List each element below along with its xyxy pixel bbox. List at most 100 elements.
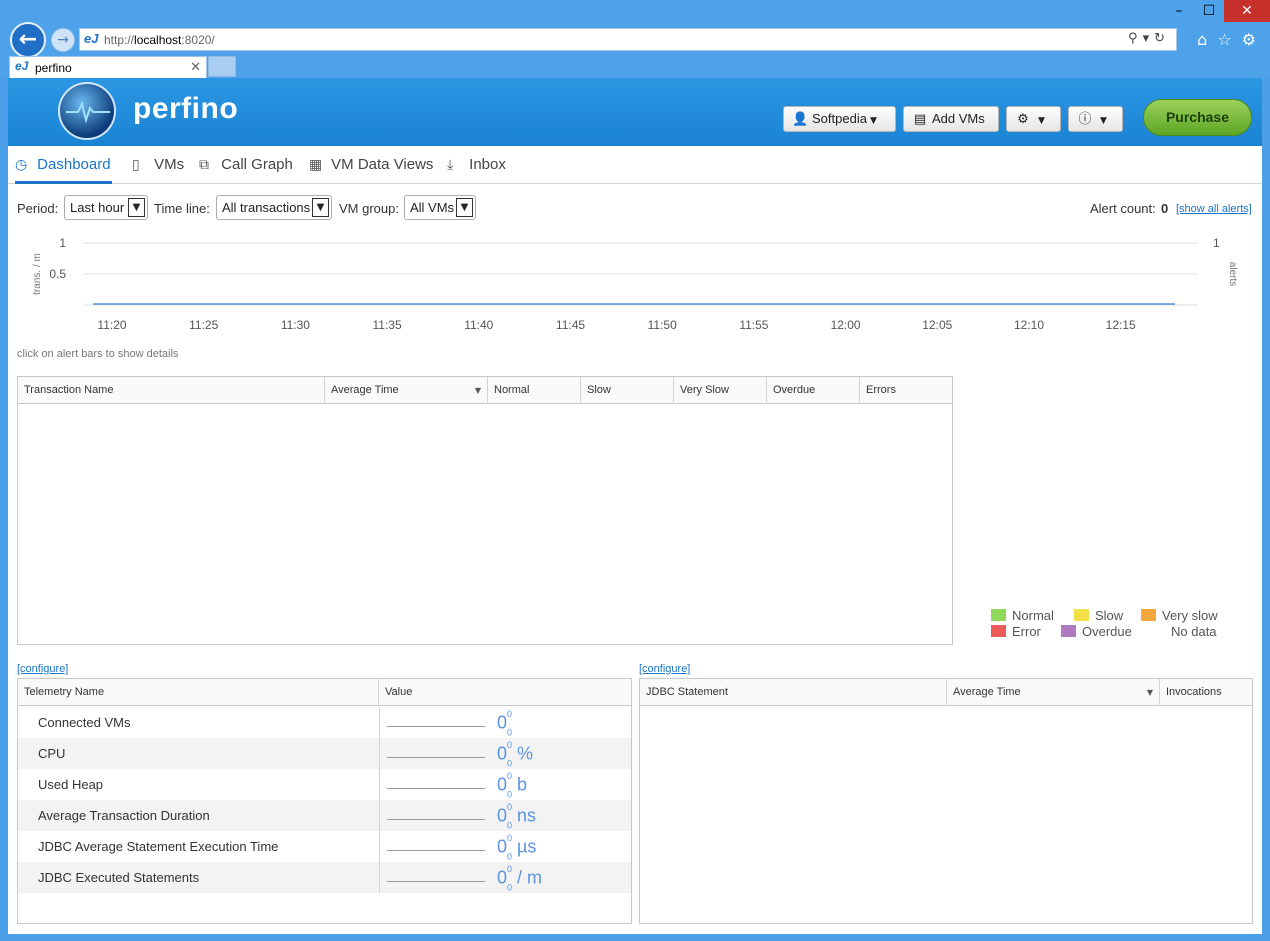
timeline-select[interactable]: All transactions ▼: [216, 195, 332, 220]
main-nav: ◷ Dashboard ▯ VMs ⧉ Call Graph ▦ VM Data…: [8, 146, 1262, 184]
legend-overdue: Overdue: [1061, 624, 1132, 639]
column-telemetry-name[interactable]: Telemetry Name: [18, 679, 379, 706]
forward-arrow-icon[interactable]: →: [51, 28, 75, 52]
search-icon[interactable]: ⚲: [1128, 31, 1143, 46]
chart-svg[interactable]: 0.5 1 1 trans. / m alerts 11:20 11:25 11:30 11:3…: [8, 228, 1262, 338]
legend-very-slow: Very slow: [1141, 608, 1218, 623]
configure-jdbc-link[interactable]: [configure]: [639, 663, 690, 675]
window-controls: – ☐ ✕: [1164, 0, 1270, 22]
configure-telemetry-link[interactable]: [configure]: [17, 663, 68, 675]
sort-desc-icon: ▼: [1146, 688, 1153, 697]
telemetry-row[interactable]: CPU 00 0 %: [18, 738, 631, 769]
period-label: Period:: [17, 201, 59, 216]
telemetry-value: 00 0 µs: [497, 833, 537, 862]
timeline-label: Time line:: [154, 201, 210, 216]
back-arrow-icon[interactable]: ←: [10, 22, 46, 58]
telemetry-row[interactable]: Connected VMs 00 0: [18, 707, 631, 738]
filter-bar: Period: Last hour ▼ Time line: All trans…: [8, 194, 1262, 224]
transactions-table[interactable]: Transaction Name Average Time ▼ Normal Sl…: [17, 376, 953, 645]
show-all-alerts-link[interactable]: [show all alerts]: [1176, 203, 1252, 215]
sparkline: [387, 819, 485, 820]
app-window: perfino 👤 Softpedia ▼ ▤ Add VMs ⚙ ▼ ⓘ ▼ Purch…: [8, 78, 1262, 934]
purchase-button[interactable]: Purchase: [1143, 99, 1252, 136]
dashboard-icon: ◷: [15, 157, 28, 173]
tab-inbox[interactable]: ⤓ Inbox: [447, 146, 506, 184]
x-tick-label: 11:45: [556, 318, 585, 332]
alert-count-value: 0: [1161, 201, 1169, 216]
x-tick-label: 12:15: [1106, 318, 1136, 332]
tab-vm-data-views[interactable]: ▦ VM Data Views: [309, 146, 433, 184]
x-tick-label: 12:00: [831, 318, 861, 332]
column-invocations[interactable]: Invocations: [1160, 679, 1252, 706]
chart-icon: ▦: [309, 157, 323, 173]
telemetry-value: 00 0 %: [497, 740, 534, 769]
y2-tick-label: 1: [1213, 236, 1220, 250]
telemetry-row[interactable]: JDBC Average Statement Execution Time 00…: [18, 831, 631, 862]
sparkline: [387, 726, 485, 727]
telemetry-row[interactable]: Average Transaction Duration 00 0 ns: [18, 800, 631, 831]
settings-menu-button[interactable]: ⚙ ▼: [1006, 106, 1061, 132]
telemetry-value: 00 0 / m: [497, 864, 543, 893]
logo-text: perfino: [133, 92, 239, 125]
add-document-icon: ▤: [913, 112, 927, 127]
browser-toolbar: ⌂ ☆ ⚙: [1197, 30, 1256, 49]
dropdown-icon[interactable]: ▾: [1143, 31, 1155, 46]
jdbc-table[interactable]: JDBC Statement Average Time ▼ Invocations: [639, 678, 1253, 924]
vmgroup-label: VM group:: [339, 201, 399, 216]
column-errors[interactable]: Errors: [860, 377, 952, 404]
telemetry-row[interactable]: JDBC Executed Statements 00 0 / m: [18, 862, 631, 893]
x-tick-label: 11:55: [739, 318, 768, 332]
x-tick-label: 11:20: [97, 318, 126, 332]
tab-call-graph[interactable]: ⧉ Call Graph: [199, 146, 293, 184]
jdbc-table-header: JDBC Statement Average Time ▼ Invocations: [640, 679, 1252, 706]
sparkline: [387, 757, 485, 758]
minimize-icon[interactable]: –: [1164, 0, 1194, 22]
column-overdue[interactable]: Overdue: [767, 377, 860, 404]
refresh-icon[interactable]: ↻: [1154, 31, 1170, 46]
gear-icon: ⚙: [1017, 112, 1029, 127]
telemetry-table[interactable]: Telemetry Name Value Connected VMs 00 0 C…: [17, 678, 632, 924]
tab-vms[interactable]: ▯ VMs: [132, 146, 184, 184]
legend-swatch: [1061, 625, 1076, 637]
telemetry-table-header: Telemetry Name Value: [18, 679, 631, 706]
help-icon: ⓘ: [1078, 112, 1092, 127]
column-jdbc-statement[interactable]: JDBC Statement: [640, 679, 947, 706]
sort-desc-icon: ▼: [474, 386, 481, 395]
column-value[interactable]: Value: [379, 679, 631, 706]
maximize-icon[interactable]: ☐: [1194, 0, 1224, 22]
column-jdbc-average-time[interactable]: Average Time ▼: [947, 679, 1160, 706]
legend-slow: Slow: [1074, 608, 1123, 623]
legend-swatch: [991, 625, 1006, 637]
tab-dashboard[interactable]: ◷ Dashboard: [15, 146, 112, 184]
user-menu-button[interactable]: 👤 Softpedia ▼: [783, 106, 896, 132]
address-tools[interactable]: ⚲▾↻: [1128, 31, 1170, 46]
new-tab-button[interactable]: [208, 56, 236, 77]
add-vms-button[interactable]: ▤ Add VMs: [903, 106, 999, 132]
address-bar[interactable]: eJ http://localhost:8020/ ⚲▾↻: [79, 28, 1177, 51]
column-transaction-name[interactable]: Transaction Name: [18, 377, 325, 404]
legend-swatch: [1074, 609, 1089, 621]
call-graph-icon: ⧉: [199, 157, 209, 173]
url-text[interactable]: http://localhost:8020/: [104, 33, 215, 47]
column-average-time[interactable]: Average Time ▼: [325, 377, 488, 404]
column-very-slow[interactable]: Very Slow: [674, 377, 767, 404]
telemetry-row[interactable]: Used Heap 00 0 b: [18, 769, 631, 800]
download-icon: ⤓: [447, 157, 454, 173]
y-tick-label: 1: [59, 236, 66, 250]
vmgroup-select[interactable]: All VMs ▼: [404, 195, 476, 220]
tab-close-icon[interactable]: ✕: [190, 59, 201, 75]
column-slow[interactable]: Slow: [581, 377, 674, 404]
transactions-chart[interactable]: 0.5 1 1 trans. / m alerts 11:20 11:25 11:30 11:3…: [8, 228, 1262, 338]
favorites-star-icon[interactable]: ☆: [1217, 30, 1231, 49]
close-icon[interactable]: ✕: [1224, 0, 1270, 22]
chevron-down-icon: ▼: [312, 198, 329, 217]
settings-gear-icon[interactable]: ⚙: [1242, 30, 1256, 49]
period-select[interactable]: Last hour ▼: [64, 195, 148, 220]
telemetry-value: 00 0 ns: [497, 802, 537, 831]
x-tick-label: 12:10: [1014, 318, 1044, 332]
browser-tab[interactable]: eJ perfino ✕: [9, 56, 207, 78]
help-menu-button[interactable]: ⓘ ▼: [1068, 106, 1123, 132]
alert-count-label: Alert count:: [1090, 201, 1156, 216]
home-icon[interactable]: ⌂: [1197, 30, 1207, 49]
column-normal[interactable]: Normal: [488, 377, 581, 404]
